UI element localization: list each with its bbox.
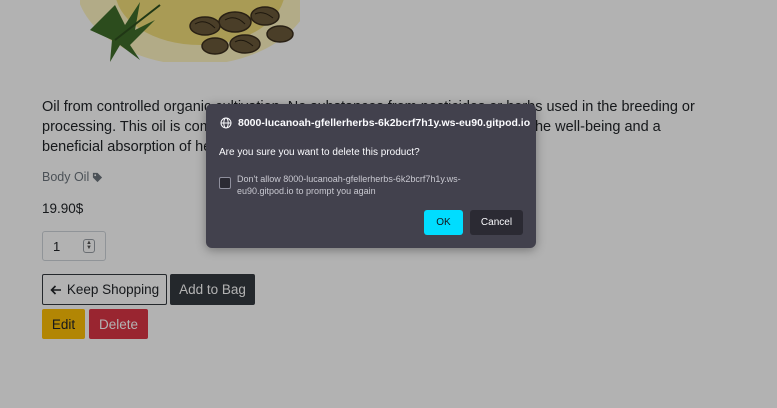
dialog-header: 8000-lucanoah-gfellerherbs-6k2bcrf7h1y.w… bbox=[220, 117, 530, 129]
dialog-message: Are you sure you want to delete this pro… bbox=[219, 147, 420, 158]
dialog-origin: 8000-lucanoah-gfellerherbs-6k2bcrf7h1y.w… bbox=[238, 117, 531, 129]
globe-icon bbox=[220, 117, 232, 129]
ok-button[interactable]: OK bbox=[424, 210, 463, 235]
cancel-button[interactable]: Cancel bbox=[470, 210, 523, 235]
dont-allow-label[interactable]: Don't allow 8000-lucanoah-gfellerherbs-6… bbox=[237, 173, 497, 197]
confirm-dialog: 8000-lucanoah-gfellerherbs-6k2bcrf7h1y.w… bbox=[206, 104, 536, 248]
dont-allow-checkbox[interactable] bbox=[219, 177, 231, 189]
